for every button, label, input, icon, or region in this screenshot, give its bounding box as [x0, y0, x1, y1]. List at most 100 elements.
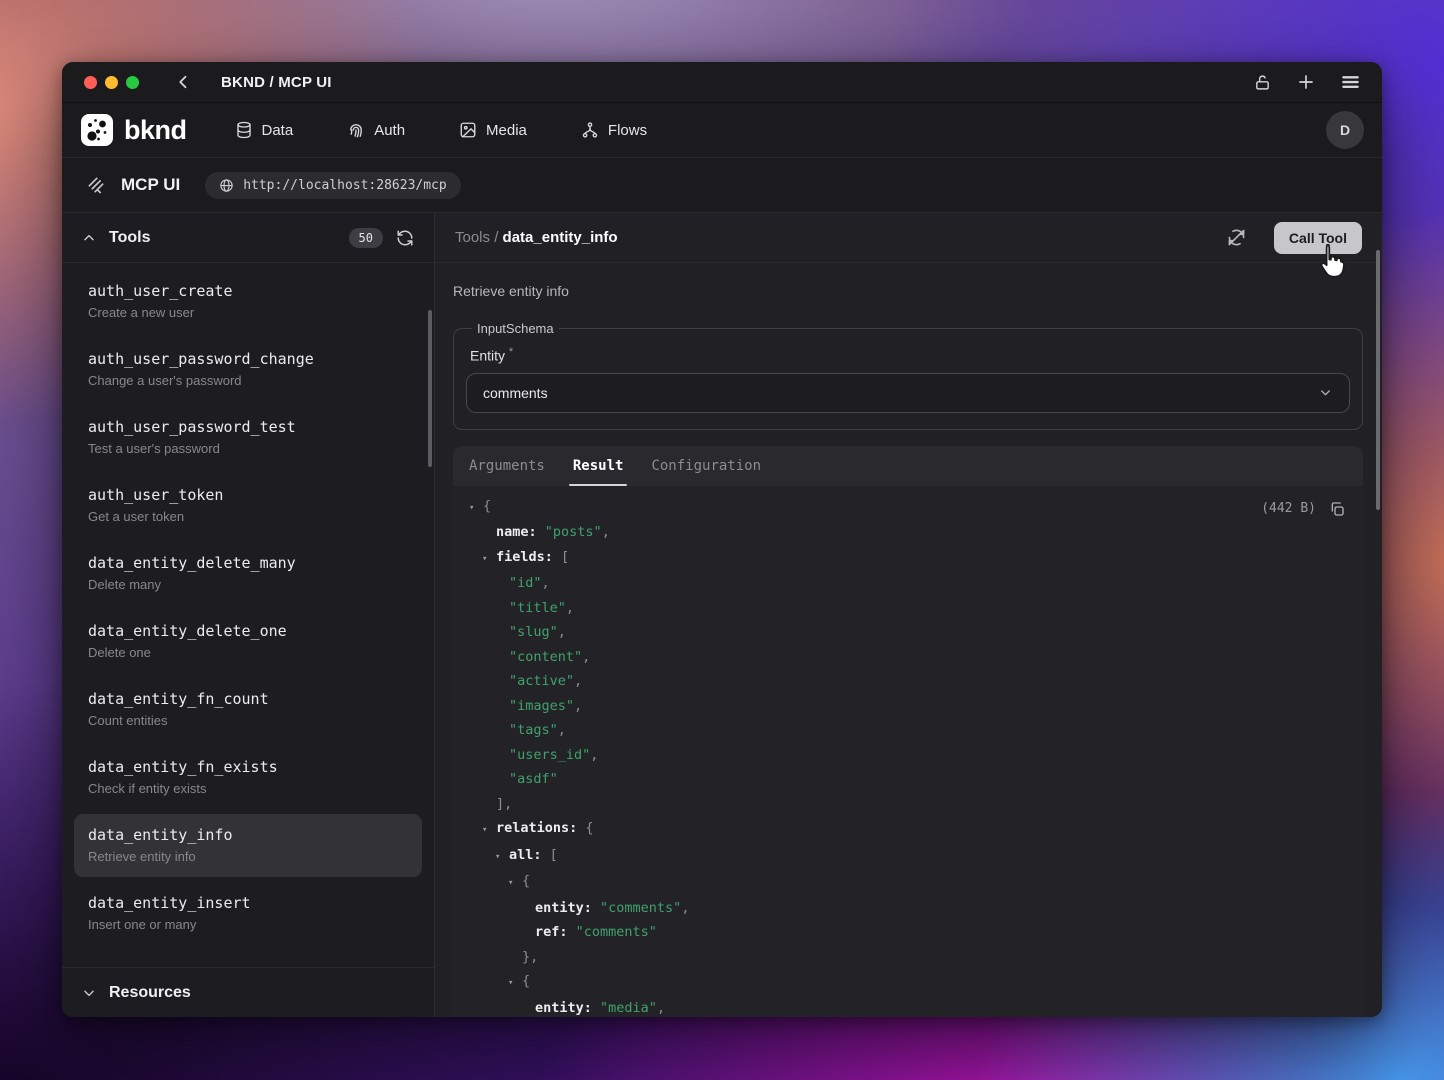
refresh-off-icon[interactable]: [1227, 228, 1246, 247]
close-window-button[interactable]: [84, 76, 97, 89]
json-line: ▾{: [469, 869, 1347, 896]
sidebar-item-auth_user_password_change[interactable]: auth_user_password_change Change a user'…: [74, 338, 422, 401]
json-line: "content",: [469, 645, 1347, 670]
bknd-logo-icon: [80, 113, 114, 147]
subheader: MCP UI http://localhost:28623/mcp: [62, 158, 1382, 213]
sidebar-item-data_entity_delete_one[interactable]: data_entity_delete_one Delete one: [74, 610, 422, 673]
sidebar-item-data_entity_delete_many[interactable]: data_entity_delete_many Delete many: [74, 542, 422, 605]
sidebar-item-data_entity_insert[interactable]: data_entity_insert Insert one or many: [74, 882, 422, 945]
tool-name: data_entity_fn_count: [88, 690, 408, 709]
tool-description: Insert one or many: [88, 917, 408, 933]
json-line: ▾fields: [: [469, 545, 1347, 572]
sidebar-item-data_entity_fn_count[interactable]: data_entity_fn_count Count entities: [74, 678, 422, 741]
tab-configuration[interactable]: Configuration: [651, 446, 761, 486]
refresh-tools-button[interactable]: [396, 229, 414, 247]
resources-section-header[interactable]: Resources: [62, 967, 434, 1017]
tool-name: data_entity_delete_many: [88, 554, 408, 573]
entity-select[interactable]: comments: [466, 373, 1350, 413]
minimize-window-button[interactable]: [105, 76, 118, 89]
plus-icon: [1297, 73, 1315, 91]
tool-description: Test a user's password: [88, 441, 408, 457]
json-line: entity: "comments",: [469, 896, 1347, 921]
sidebar-item-auth_user_token[interactable]: auth_user_token Get a user token: [74, 474, 422, 537]
traffic-lights: [84, 76, 139, 89]
nav-item-label: Auth: [374, 122, 405, 139]
refresh-icon: [396, 229, 414, 247]
tool-name: data_entity_insert: [88, 894, 408, 913]
json-line: },: [469, 945, 1347, 970]
lock-open-icon[interactable]: [1254, 74, 1271, 91]
tool-name: data_entity_fn_exists: [88, 758, 408, 777]
call-tool-button[interactable]: Call Tool: [1274, 222, 1362, 254]
back-button[interactable]: [175, 73, 193, 91]
chevron-down-icon: [1318, 385, 1333, 400]
tab-arguments[interactable]: Arguments: [469, 446, 545, 486]
main-panel: Tools / data_entity_info Call Tool Retri…: [435, 213, 1382, 1017]
window-title: BKND / MCP UI: [221, 74, 332, 91]
breadcrumb-section[interactable]: Tools: [455, 229, 490, 246]
nav-item-media[interactable]: Media: [459, 121, 527, 139]
maximize-window-button[interactable]: [126, 76, 139, 89]
result-panel: Arguments Result Configuration (442 B) ▾…: [453, 446, 1363, 1017]
tool-description: Check if entity exists: [88, 781, 408, 797]
sidebar-item-auth_user_password_test[interactable]: auth_user_password_test Test a user's pa…: [74, 406, 422, 469]
collapse-arrow-icon[interactable]: ▾: [495, 845, 509, 870]
tools-section-header[interactable]: Tools 50: [62, 213, 434, 263]
collapse-arrow-icon[interactable]: ▾: [508, 871, 522, 896]
page-title: MCP UI: [121, 175, 180, 195]
json-tree: (442 B) ▾{name: "posts",▾fields: ["id","…: [453, 486, 1363, 1017]
tab-result[interactable]: Result: [573, 446, 624, 486]
nav-item-label: Data: [262, 122, 294, 139]
resources-section-title: Resources: [109, 984, 191, 1002]
result-size: (442 B): [1261, 497, 1316, 522]
nav-items: Data Auth Media Flows: [235, 121, 648, 139]
sidebar-item-data_entity_fn_exists[interactable]: data_entity_fn_exists Check if entity ex…: [74, 746, 422, 809]
new-tab-button[interactable]: [1297, 73, 1315, 91]
tool-description: Create a new user: [88, 305, 408, 321]
collapse-arrow-icon[interactable]: ▾: [482, 547, 496, 572]
tool-name: data_entity_delete_one: [88, 622, 408, 641]
collapse-arrow-icon[interactable]: ▾: [469, 496, 483, 521]
json-line: ],: [469, 792, 1347, 817]
tab-row: Arguments Result Configuration: [453, 446, 1363, 486]
json-line: "active",: [469, 669, 1347, 694]
tool-list: auth_user_create Create a new user auth_…: [62, 263, 434, 967]
brand-logo[interactable]: bknd: [80, 113, 187, 147]
nav-item-flows[interactable]: Flows: [581, 121, 647, 139]
brand-name: bknd: [124, 115, 187, 146]
breadcrumb-separator: /: [490, 229, 503, 246]
main-scrollbar[interactable]: [1376, 250, 1380, 510]
tool-name: auth_user_token: [88, 486, 408, 505]
server-url: http://localhost:28623/mcp: [243, 178, 447, 193]
user-avatar[interactable]: D: [1326, 111, 1364, 149]
json-line: ▾relations: {: [469, 816, 1347, 843]
input-schema-legend: InputSchema: [472, 321, 559, 336]
tool-description: Delete one: [88, 645, 408, 661]
server-url-pill[interactable]: http://localhost:28623/mcp: [205, 172, 461, 199]
menu-button[interactable]: [1341, 74, 1360, 90]
main-header: Tools / data_entity_info Call Tool: [435, 213, 1382, 263]
sidebar-item-data_entity_info[interactable]: data_entity_info Retrieve entity info: [74, 814, 422, 877]
avatar-initial: D: [1340, 122, 1350, 138]
database-icon: [235, 121, 253, 139]
tool-description: Retrieve entity info: [88, 849, 408, 865]
copy-button[interactable]: [1329, 501, 1345, 517]
copy-icon: [1329, 501, 1345, 517]
content-area: Tools 50 auth_user_create Create a new u…: [62, 213, 1382, 1017]
entity-select-value: comments: [483, 385, 548, 401]
main-body: Retrieve entity info InputSchema Entity …: [435, 263, 1382, 1017]
tool-name: auth_user_password_test: [88, 418, 408, 437]
image-icon: [459, 121, 477, 139]
json-line: ▾{: [469, 969, 1347, 996]
collapse-arrow-icon[interactable]: ▾: [508, 971, 522, 996]
titlebar: BKND / MCP UI: [62, 62, 1382, 103]
nav-item-data[interactable]: Data: [235, 121, 294, 139]
json-line: ▾{: [469, 494, 1347, 521]
sidebar-item-auth_user_create[interactable]: auth_user_create Create a new user: [74, 270, 422, 333]
collapse-arrow-icon[interactable]: ▾: [482, 818, 496, 843]
nav-item-auth[interactable]: Auth: [347, 121, 405, 139]
sidebar-scrollbar[interactable]: [428, 310, 432, 467]
app-window: BKND / MCP UI: [62, 62, 1382, 1017]
chevron-down-icon: [82, 986, 96, 1000]
json-line: name: "posts",: [469, 520, 1347, 545]
